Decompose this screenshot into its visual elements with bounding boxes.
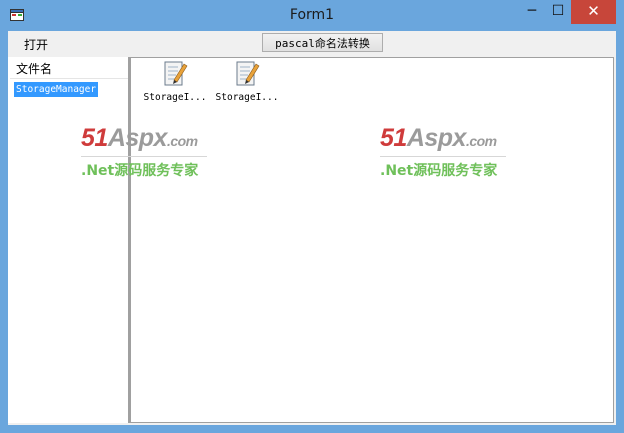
file-list-view[interactable]: StorageI... StorageI... xyxy=(130,57,614,423)
menu-item-open[interactable]: 打开 xyxy=(24,36,48,53)
minimize-button[interactable]: ─ xyxy=(519,0,545,24)
watermark-tagline: .Net源码服务专家 xyxy=(81,163,199,179)
file-label: StorageI... xyxy=(215,92,279,103)
file-tree-panel[interactable]: 文件名 StorageManager xyxy=(8,57,130,423)
close-icon: ✕ xyxy=(587,2,600,20)
watermark-51aspx: 51Aspx.com .Net源码服务专家 xyxy=(81,124,231,180)
watermark-logo: 51Aspx.com xyxy=(380,124,497,152)
tree-item-storagemanager[interactable]: StorageManager xyxy=(14,82,99,97)
watermark-tagline: .Net源码服务专家 xyxy=(380,163,498,179)
watermark-51aspx: 51Aspx.com .Net源码服务专家 xyxy=(380,124,530,180)
maximize-icon: ☐ xyxy=(551,3,565,19)
maximize-button[interactable]: ☐ xyxy=(545,0,571,24)
watermark-logo: 51Aspx.com xyxy=(81,124,198,152)
tree-header-filename[interactable]: 文件名 xyxy=(10,59,128,79)
file-label: StorageI... xyxy=(143,92,207,103)
file-item[interactable]: StorageI... xyxy=(139,60,211,103)
pascal-convert-button[interactable]: pascal命名法转换 xyxy=(262,33,383,52)
document-edit-icon xyxy=(236,61,260,86)
main-window: Form1 ─ ☐ ✕ 打开 pascal命名法转换 文件名 StorageMa… xyxy=(0,0,624,433)
title-bar[interactable]: Form1 ─ ☐ ✕ xyxy=(0,0,624,31)
client-area: 打开 pascal命名法转换 文件名 StorageManager Storag… xyxy=(8,31,616,425)
file-item[interactable]: StorageI... xyxy=(211,60,283,103)
minimize-icon: ─ xyxy=(527,3,537,19)
document-edit-icon xyxy=(164,61,188,86)
menu-bar: 打开 pascal命名法转换 xyxy=(8,31,616,56)
close-button[interactable]: ✕ xyxy=(571,0,616,24)
